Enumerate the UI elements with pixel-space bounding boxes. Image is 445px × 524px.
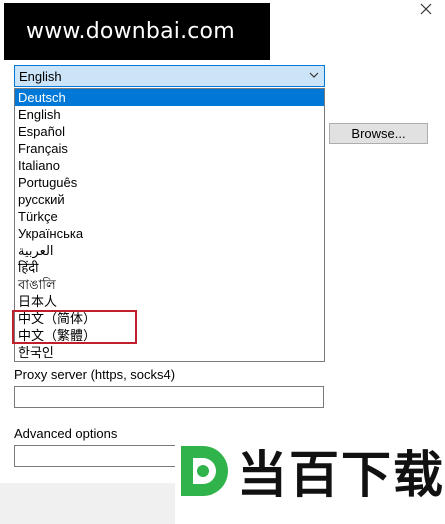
language-option[interactable]: Español (15, 123, 324, 140)
language-select[interactable]: English (14, 65, 325, 87)
watermark-top: www.downbai.com (4, 3, 270, 60)
chevron-down-icon (309, 72, 319, 78)
advanced-options-label: Advanced options (14, 426, 118, 441)
language-option[interactable]: Deutsch (15, 89, 324, 106)
watermark-url: www.downbai.com (26, 19, 235, 44)
watermark-brand-text: 当百下载 (237, 445, 445, 504)
language-option[interactable]: English (15, 106, 324, 123)
language-option[interactable]: Italiano (15, 157, 324, 174)
language-option[interactable]: Français (15, 140, 324, 157)
language-option[interactable]: 한국인 (15, 344, 324, 361)
close-icon[interactable] (419, 2, 433, 16)
proxy-server-input[interactable] (14, 386, 324, 408)
downbai-logo-icon (177, 441, 229, 500)
language-option[interactable]: Українська (15, 225, 324, 242)
language-option[interactable]: Türkçe (15, 208, 324, 225)
language-option[interactable]: हिंदी (15, 259, 324, 276)
language-select-value: English (19, 68, 62, 84)
language-option[interactable]: русский (15, 191, 324, 208)
language-option[interactable]: 日本人 (15, 293, 324, 310)
proxy-server-label: Proxy server (https, socks4) (14, 367, 176, 382)
language-option[interactable]: বাঙালি (15, 276, 324, 293)
browse-button[interactable]: Browse... (329, 123, 428, 144)
watermark-bottom: 当百下载 (175, 417, 445, 524)
language-option[interactable]: Português (15, 174, 324, 191)
annotation-highlight-box (12, 310, 137, 344)
language-option[interactable]: العربية (15, 242, 324, 259)
